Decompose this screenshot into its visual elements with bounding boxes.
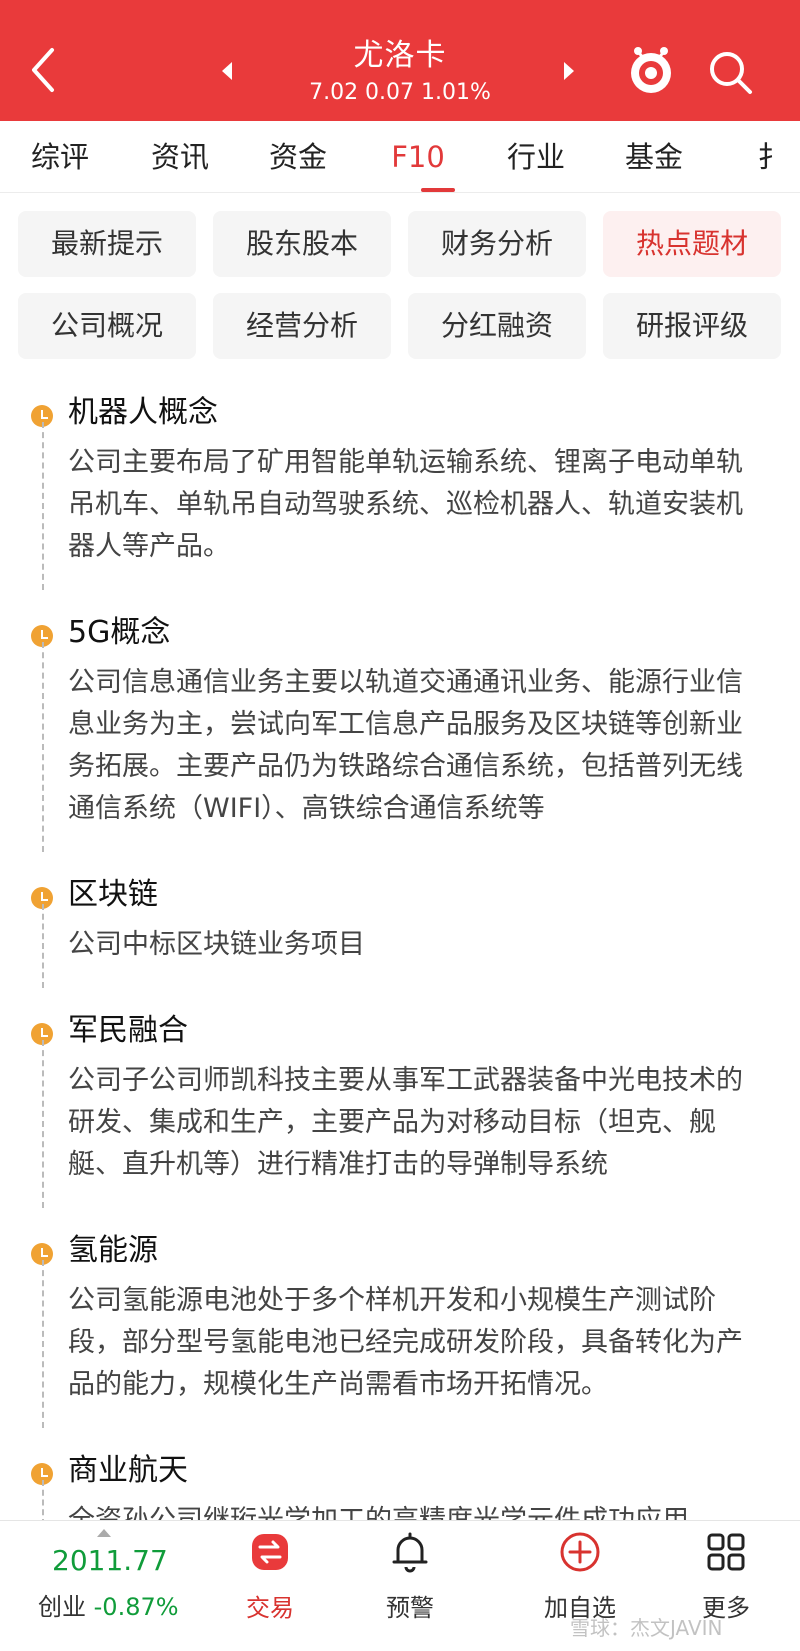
topic-item: 区块链 公司中标区块链业务项目: [0, 870, 800, 988]
topic-text: 公司信息通信业务主要以轨道交通通讯业务、能源行业信息业务为主，尝试向军工信息产品…: [68, 667, 743, 824]
index-label[interactable]: 创业 -0.87%: [38, 1587, 179, 1622]
topic-item: 氢能源 公司氢能源电池处于多个样机开发和小规模生产测试阶段，部分型号氢能电池已经…: [0, 1226, 800, 1428]
tab-bar: 综评 资讯 资金 F10 行业 基金 扌: [0, 121, 800, 193]
app-header: 尤洛卡 7.02 0.07 1.01%: [0, 0, 800, 121]
timeline-rail: [42, 422, 44, 590]
topic-title: 商业航天: [68, 1453, 188, 1488]
alert-button[interactable]: 预警: [355, 1530, 465, 1623]
back-button[interactable]: [22, 40, 66, 100]
subcat-hot-topics[interactable]: 热点题材: [603, 211, 781, 277]
subcat-company-profile[interactable]: 公司概况: [18, 293, 196, 359]
timeline-rail: [42, 1040, 44, 1208]
topic-item: 军民融合 公司子公司师凯科技主要从事军工武器装备中光电技术的研发、集成和生产，主…: [0, 1006, 800, 1208]
trade-button[interactable]: 交易: [215, 1530, 325, 1623]
tab-industry[interactable]: 行业: [506, 121, 566, 192]
timeline-rail: [42, 1480, 44, 1520]
timeline-rail: [42, 904, 44, 988]
topic-text: 公司主要布局了矿用智能单轨运输系统、锂离子电动单轨吊机车、单轨吊自动驾驶系统、巡…: [68, 447, 743, 562]
add-circle-icon: [560, 1532, 600, 1572]
tab-f10[interactable]: F10: [388, 121, 448, 192]
alert-label: 预警: [386, 1594, 434, 1622]
subcat-research-rating[interactable]: 研报评级: [603, 293, 781, 359]
timeline-rail: [42, 642, 44, 852]
topic-title: 军民融合: [68, 1013, 188, 1048]
hot-topics-list: 机器人概念 公司主要布局了矿用智能单轨运输系统、锂离子电动单轨吊机车、单轨吊自动…: [0, 388, 800, 1520]
tab-overview[interactable]: 综评: [30, 121, 90, 192]
prev-stock-arrow-icon[interactable]: [218, 60, 236, 82]
index-name: 创业: [38, 1593, 86, 1621]
bell-icon: [392, 1532, 428, 1573]
topic-text: 全资孙公司继珩光学加工的高精度光学元件成功应用: [68, 1500, 760, 1520]
grid-icon: [707, 1533, 745, 1571]
stock-quote: 7.02 0.07 1.01%: [309, 80, 491, 105]
topic-item: 5G概念 公司信息通信业务主要以轨道交通通讯业务、能源行业信息业务为主，尝试向军…: [0, 608, 800, 852]
index-value[interactable]: 2011.77: [52, 1544, 168, 1577]
stock-name: 尤洛卡: [353, 38, 447, 73]
watermark: 雪球：杰文JAVIN: [570, 1616, 723, 1640]
tab-fund[interactable]: 基金: [624, 121, 684, 192]
tab-more-partial[interactable]: 扌: [742, 121, 800, 192]
topic-text: 公司子公司师凯科技主要从事军工武器装备中光电技术的研发、集成和生产，主要产品为对…: [68, 1065, 743, 1180]
chevron-left-icon: [32, 48, 54, 92]
subcat-dividend-financing[interactable]: 分红融资: [408, 293, 586, 359]
mascot-icon[interactable]: [626, 45, 676, 99]
trade-label: 交易: [246, 1594, 294, 1622]
timeline-rail: [42, 1260, 44, 1428]
subcat-shareholders[interactable]: 股东股本: [213, 211, 391, 277]
active-tab-indicator: [421, 188, 455, 192]
topic-text: 公司中标区块链业务项目: [68, 929, 365, 960]
add-watchlist-button[interactable]: 加自选: [525, 1530, 635, 1623]
topic-title: 5G概念: [68, 615, 171, 650]
trade-icon: [252, 1534, 288, 1570]
index-change: -0.87%: [93, 1593, 179, 1621]
topic-title: 区块链: [68, 877, 158, 912]
tab-funds[interactable]: 资金: [268, 121, 328, 192]
next-stock-arrow-icon[interactable]: [560, 60, 578, 82]
subcat-financial-analysis[interactable]: 财务分析: [408, 211, 586, 277]
stock-title-block: 尤洛卡 7.02 0.07 1.01%: [240, 36, 560, 108]
topic-item: 机器人概念 公司主要布局了矿用智能单轨运输系统、锂离子电动单轨吊机车、单轨吊自动…: [0, 388, 800, 590]
topic-item: 商业航天 全资孙公司继珩光学加工的高精度光学元件成功应用: [0, 1446, 800, 1520]
topic-text: 公司氢能源电池处于多个样机开发和小规模生产测试阶段，部分型号氢能电池已经完成研发…: [68, 1285, 743, 1400]
subcat-business-analysis[interactable]: 经营分析: [213, 293, 391, 359]
more-button[interactable]: 更多: [671, 1530, 781, 1623]
topic-title: 机器人概念: [68, 395, 218, 430]
search-icon[interactable]: [706, 48, 754, 96]
tab-news[interactable]: 资讯: [150, 121, 210, 192]
expand-caret-icon[interactable]: [97, 1529, 111, 1537]
subcat-latest-tips[interactable]: 最新提示: [18, 211, 196, 277]
topic-title: 氢能源: [68, 1233, 158, 1268]
